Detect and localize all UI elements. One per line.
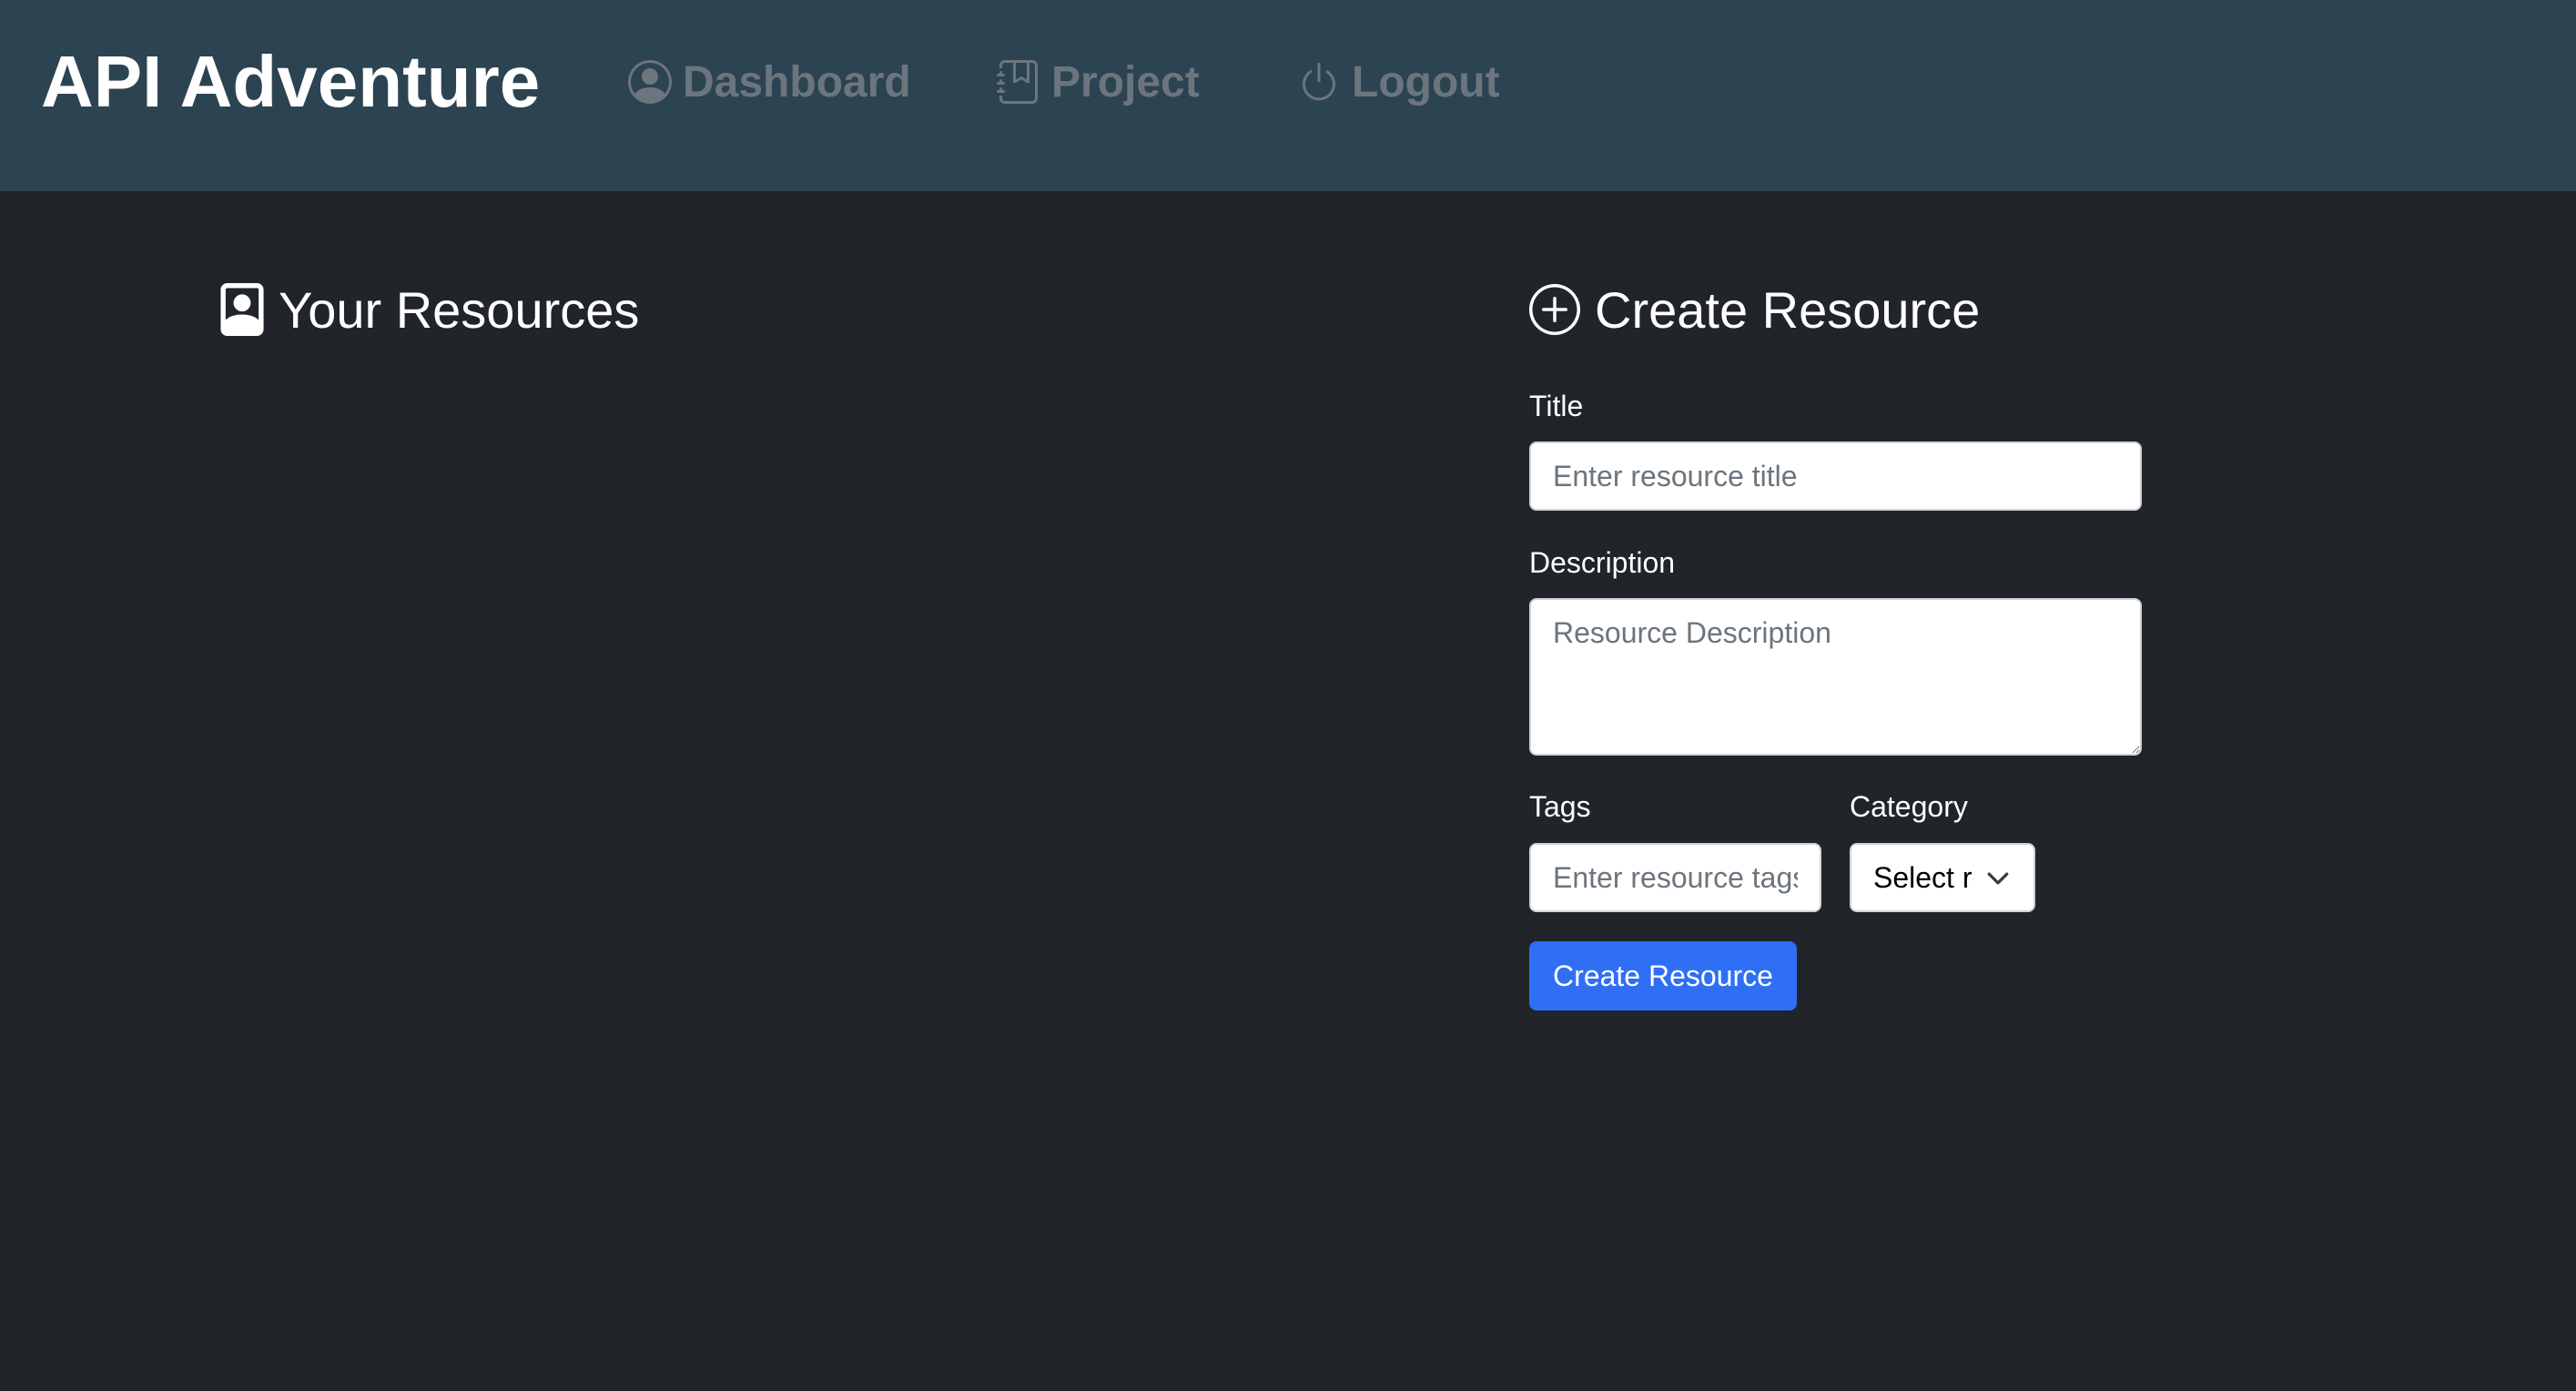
person-circle-icon <box>628 60 672 104</box>
tags-label: Tags <box>1529 790 1591 823</box>
create-resource-heading: Create Resource <box>1529 273 1980 346</box>
nav-logout[interactable]: Logout <box>1297 50 1500 114</box>
category-selected-value: Select resource category <box>1873 861 1973 894</box>
create-resource-button[interactable]: Create Resource <box>1529 941 1797 1010</box>
plus-circle-icon <box>1529 284 1580 335</box>
tags-input[interactable] <box>1529 843 1821 912</box>
description-textarea[interactable] <box>1529 598 2142 756</box>
your-resources-title: Your Resources <box>279 280 640 339</box>
create-resource-title: Create Resource <box>1595 280 1981 339</box>
person-badge-icon <box>220 283 264 336</box>
nav-project-label: Project <box>1051 57 1200 107</box>
top-navbar: API Adventure Dashboard Project Logout <box>0 0 2576 191</box>
category-label: Category <box>1850 790 1968 823</box>
title-label: Title <box>1529 390 1584 422</box>
chevron-down-icon <box>1987 872 2009 885</box>
description-label: Description <box>1529 546 1676 579</box>
journal-bookmark-icon <box>997 60 1038 104</box>
title-input[interactable] <box>1529 442 2142 511</box>
nav-logout-label: Logout <box>1352 57 1500 107</box>
your-resources-heading: Your Resources <box>220 273 639 346</box>
power-icon <box>1302 63 1335 101</box>
brand-title[interactable]: API Adventure <box>41 36 540 127</box>
nav-dashboard-label: Dashboard <box>683 57 911 107</box>
nav-dashboard[interactable]: Dashboard <box>628 50 911 114</box>
nav-project[interactable]: Project <box>997 50 1200 114</box>
category-select[interactable]: Select resource category <box>1850 843 2035 912</box>
